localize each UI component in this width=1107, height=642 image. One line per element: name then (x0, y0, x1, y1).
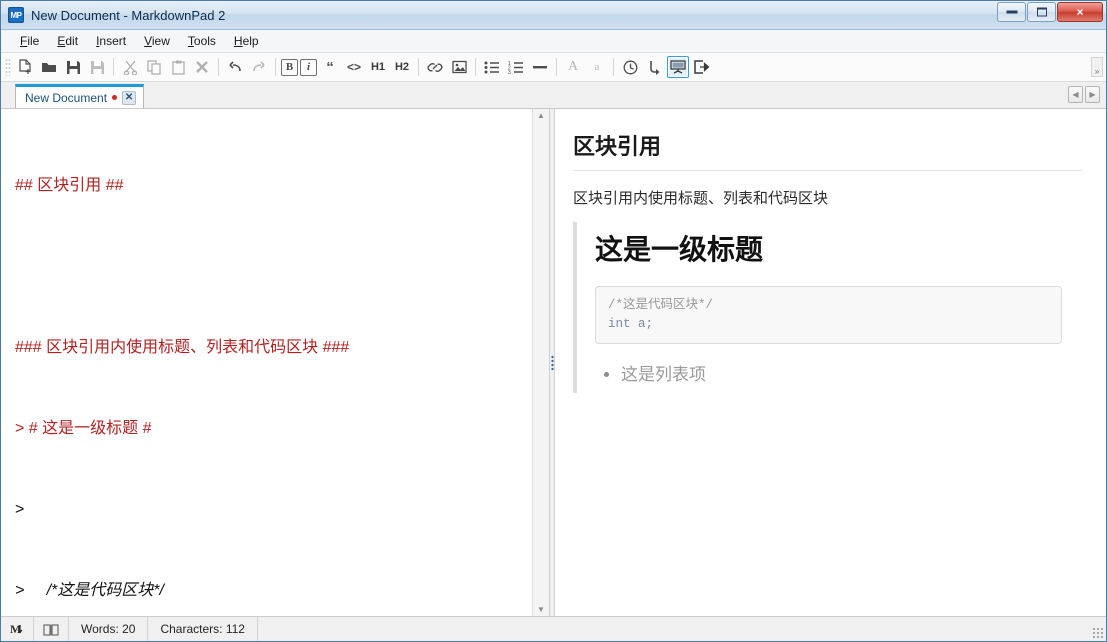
tab-scroll-controls: ◀ ▶ (1068, 86, 1100, 103)
menu-insert[interactable]: Insert (87, 31, 135, 51)
application-window: MP New Document - MarkdownPad 2 × File E… (0, 0, 1107, 642)
delete-icon[interactable] (191, 56, 213, 78)
save-as-icon[interactable] (86, 56, 108, 78)
menu-view[interactable]: View (135, 31, 179, 51)
inline-code-icon[interactable]: <> (343, 56, 365, 78)
redo-icon[interactable] (248, 56, 270, 78)
splitter-grip-icon (551, 355, 554, 371)
save-icon[interactable] (62, 56, 84, 78)
title-bar: MP New Document - MarkdownPad 2 × (1, 1, 1106, 30)
resize-grip-icon[interactable] (1092, 627, 1104, 639)
window-title: New Document - MarkdownPad 2 (31, 7, 226, 23)
editor-line: ## 区块引用 ## (15, 177, 124, 194)
tab-strip: New Document ✕ ◀ ▶ (1, 82, 1106, 109)
app-icon: MP (8, 7, 24, 23)
preview-pane: 区块引用 区块引用内使用标题、列表和代码区块 这是一级标题 /*这是代码区块*/… (555, 109, 1106, 616)
menu-file[interactable]: File (11, 31, 48, 51)
code-source-line: int a; (608, 317, 654, 331)
new-document-icon[interactable] (14, 56, 36, 78)
preview-paragraph: 区块引用内使用标题、列表和代码区块 (573, 190, 829, 207)
horizontal-rule-icon[interactable] (529, 56, 551, 78)
tab-close-icon[interactable]: ✕ (122, 90, 137, 105)
svg-text:3: 3 (508, 70, 511, 74)
status-bar: M Words: 20 Characters: 112 (1, 616, 1106, 641)
list-item: 这是列表项 (621, 360, 1082, 385)
editor-line: > # 这是一级标题 # (15, 420, 152, 437)
tab-new-document[interactable]: New Document ✕ (15, 84, 145, 108)
open-folder-icon[interactable] (38, 56, 60, 78)
copy-icon[interactable] (143, 56, 165, 78)
menu-help[interactable]: Help (225, 31, 268, 51)
pane-splitter[interactable] (550, 109, 555, 616)
toolbar-overflow-button[interactable]: » (1091, 57, 1103, 77)
export-icon[interactable] (691, 56, 713, 78)
toolbar: B i “ <> H1 H2 123 A a » (1, 53, 1106, 82)
editor-scrollbar[interactable]: ▲ ▼ (532, 109, 549, 616)
unsaved-indicator-icon (112, 95, 118, 100)
editor-line: ### 区块引用内使用标题、列表和代码区块 ### (15, 339, 350, 356)
menu-bar: File Edit Insert View Tools Help (1, 30, 1106, 53)
tab-scroll-right-icon[interactable]: ▶ (1085, 86, 1100, 103)
window-controls: × (997, 2, 1103, 22)
close-button[interactable]: × (1057, 2, 1103, 22)
blockquote-icon[interactable]: “ (319, 56, 341, 78)
menu-edit[interactable]: Edit (48, 31, 87, 51)
decrease-font-icon[interactable]: a (586, 56, 608, 78)
cut-icon[interactable] (119, 56, 141, 78)
heading-2-icon[interactable]: H2 (391, 56, 413, 78)
preview-list: 这是列表项 (595, 360, 1082, 385)
heading-1-icon[interactable]: H1 (367, 56, 389, 78)
reading-view-icon[interactable] (34, 617, 69, 641)
content-area: ## 区块引用 ## ### 区块引用内使用标题、列表和代码区块 ### > #… (1, 109, 1106, 616)
preview-heading-2: 区块引用 (573, 129, 1082, 171)
preview-heading-1: 这是一级标题 (595, 235, 764, 266)
italic-icon[interactable]: i (300, 58, 317, 76)
menu-tools[interactable]: Tools (179, 31, 225, 51)
preview-code-block: /*这是代码区块*/ int a; (595, 286, 1062, 344)
increase-font-icon[interactable]: A (562, 56, 584, 78)
character-count: Characters: 112 (148, 617, 258, 641)
undo-icon[interactable] (224, 56, 246, 78)
editor-line: > /*这是代码区块*/ (15, 582, 164, 599)
editor-pane: ## 区块引用 ## ### 区块引用内使用标题、列表和代码区块 ### > #… (1, 109, 550, 616)
numbered-list-icon[interactable]: 123 (505, 56, 527, 78)
scroll-up-icon[interactable]: ▲ (537, 111, 545, 120)
code-comment-line: /*这是代码区块*/ (608, 298, 714, 312)
preview-blockquote: 这是一级标题 /*这是代码区块*/ int a; 这是列表项 (573, 222, 1082, 393)
bulleted-list-icon[interactable] (481, 56, 503, 78)
image-icon[interactable] (448, 56, 470, 78)
link-icon[interactable] (424, 56, 446, 78)
editor-line: > (15, 501, 25, 518)
word-count: Words: 20 (69, 617, 149, 641)
markdown-editor[interactable]: ## 区块引用 ## ### 区块引用内使用标题、列表和代码区块 ### > #… (1, 109, 532, 616)
restore-button[interactable] (1027, 2, 1056, 22)
timestamp-icon[interactable] (619, 56, 641, 78)
scroll-down-icon[interactable]: ▼ (537, 605, 545, 614)
toolbar-grip[interactable] (5, 58, 11, 76)
bold-icon[interactable]: B (281, 58, 298, 76)
minimize-button[interactable] (997, 2, 1026, 22)
markdown-mode-icon[interactable]: M (1, 617, 34, 641)
tab-label: New Document (25, 90, 108, 105)
tab-scroll-left-icon[interactable]: ◀ (1068, 86, 1083, 103)
toggle-preview-icon[interactable] (667, 56, 689, 78)
paste-icon[interactable] (167, 56, 189, 78)
line-break-icon[interactable] (643, 56, 665, 78)
